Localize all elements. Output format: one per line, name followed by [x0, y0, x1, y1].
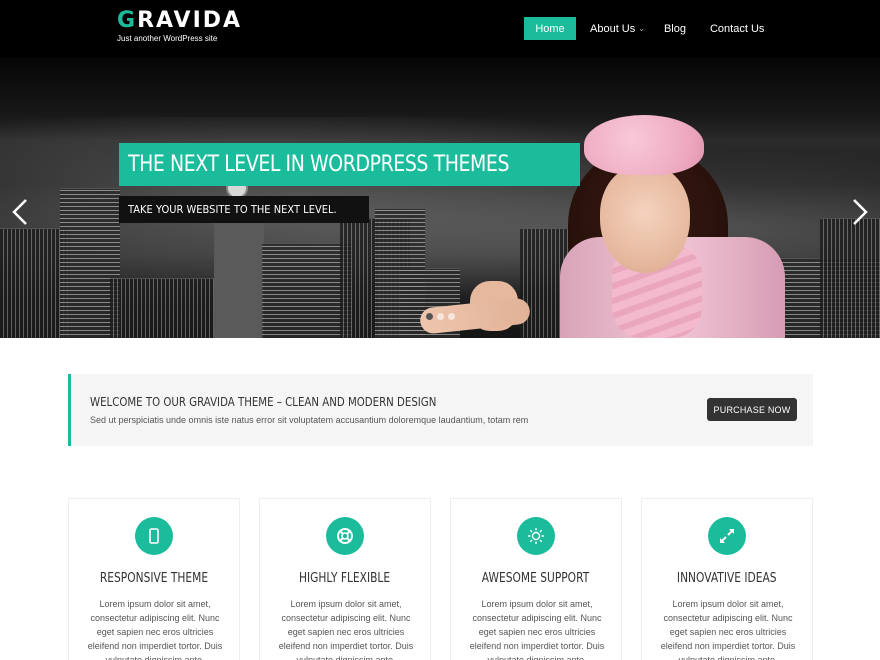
slider-dot[interactable] [437, 313, 444, 320]
feature-title: RESPONSIVE THEME [69, 571, 239, 586]
building [375, 208, 425, 338]
nav-home[interactable]: Home [524, 17, 576, 40]
site-header: GRAVIDA Just another WordPress site Home… [0, 0, 880, 57]
building [110, 278, 215, 338]
hero-subtitle-text: TAKE YOUR WEBSITE TO THE NEXT LEVEL. [128, 203, 337, 216]
purchase-now-button[interactable]: PURCHASE NOW [707, 398, 797, 421]
feature-card: INNOVATIVE IDEAS Lorem ipsum dolor sit a… [641, 498, 813, 660]
slider-dot[interactable] [448, 313, 455, 320]
slider-pagination [426, 313, 455, 320]
expand-arrows-icon [708, 517, 746, 555]
feature-card: HIGHLY FLEXIBLE Lorem ipsum dolor sit am… [259, 498, 431, 660]
slider-next-button[interactable] [850, 197, 870, 227]
hero-title: THE NEXT LEVEL IN WORDPRESS THEMES [119, 143, 581, 186]
building [820, 218, 880, 338]
site-tagline: Just another WordPress site [117, 34, 218, 43]
feature-title: HIGHLY FLEXIBLE [260, 571, 430, 586]
feature-card: AWESOME SUPPORT Lorem ipsum dolor sit am… [450, 498, 622, 660]
chevron-down-icon: ⌄ [638, 24, 645, 33]
lifebuoy-icon [326, 517, 364, 555]
site-logo[interactable]: GRAVIDA Just another WordPress site [117, 9, 242, 44]
woman-face [600, 165, 690, 273]
feature-text: Lorem ipsum dolor sit amet, consectetur … [469, 599, 605, 660]
woman-beret [584, 115, 704, 175]
mobile-icon [135, 517, 173, 555]
slider-prev-button[interactable] [10, 197, 30, 227]
feature-text: Lorem ipsum dolor sit amet, consectetur … [660, 599, 796, 660]
chevron-left-icon [12, 199, 27, 225]
feature-title: INNOVATIVE IDEAS [642, 571, 812, 586]
nav-about-us-label: About Us [590, 22, 636, 35]
sun-icon [517, 517, 555, 555]
nav-contact-us[interactable]: Contact Us [697, 17, 777, 40]
feature-title-text: AWESOME SUPPORT [482, 571, 590, 586]
hero-subtitle: TAKE YOUR WEBSITE TO THE NEXT LEVEL. [119, 196, 369, 223]
site-title[interactable]: GRAVIDA [117, 9, 242, 33]
logo-rest: RAVIDA [137, 8, 243, 33]
welcome-text: Sed ut perspiciatis unde omnis iste natu… [90, 415, 529, 425]
feature-title-text: INNOVATIVE IDEAS [677, 571, 777, 586]
feature-title-text: HIGHLY FLEXIBLE [299, 571, 391, 586]
feature-card: RESPONSIVE THEME Lorem ipsum dolor sit a… [68, 498, 240, 660]
welcome-title: WELCOME TO OUR GRAVIDA THEME – CLEAN AND… [90, 395, 437, 409]
welcome-callout: WELCOME TO OUR GRAVIDA THEME – CLEAN AND… [68, 374, 813, 446]
building [262, 243, 352, 338]
slider-dot[interactable] [426, 313, 433, 320]
feature-title: AWESOME SUPPORT [451, 571, 621, 586]
nav-blog[interactable]: Blog [653, 17, 697, 40]
main-nav: Home About Us ⌄ Blog Contact Us [524, 17, 777, 40]
nav-about-us[interactable]: About Us ⌄ [582, 17, 653, 40]
feature-text: Lorem ipsum dolor sit amet, consectetur … [278, 599, 414, 660]
clock-tower [214, 223, 264, 338]
hero-title-text: THE NEXT LEVEL IN WORDPRESS THEMES [128, 152, 510, 177]
feature-text: Lorem ipsum dolor sit amet, consectetur … [87, 599, 223, 660]
chevron-right-icon [853, 199, 868, 225]
feature-title-text: RESPONSIVE THEME [99, 571, 209, 586]
logo-first-letter: G [117, 8, 138, 33]
